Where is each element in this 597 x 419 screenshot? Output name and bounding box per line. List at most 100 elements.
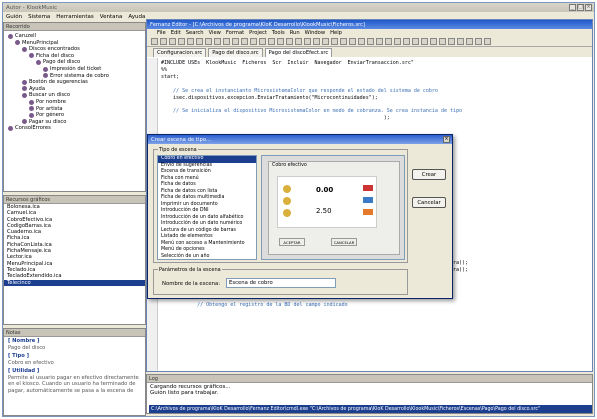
toolbar-icon[interactable] (313, 38, 320, 45)
editor-menu-item[interactable]: Tools (272, 30, 285, 36)
scene-icon (43, 73, 48, 79)
maximize-button[interactable]: □ (577, 4, 584, 11)
toolbar-icon[interactable] (259, 38, 266, 45)
toolbar-icon[interactable] (331, 38, 338, 45)
scene-preview: Cobro efectivo 0.00 2.50 ACEPTAR CANCELA… (261, 155, 405, 260)
toolbar-icon[interactable] (457, 38, 464, 45)
tree-item[interactable]: Impresión del ticket (43, 66, 101, 72)
tree-item-label: ConsolErrores (15, 125, 51, 132)
toolbar-icon[interactable] (304, 38, 311, 45)
notes-name-heading: [ Nombre ] (8, 338, 40, 344)
scene-name-field[interactable] (226, 278, 336, 288)
toolbar-icon[interactable] (358, 38, 365, 45)
scene-type-list[interactable]: Cobro en efectivo Envío de sugerencias Esc… (157, 155, 257, 260)
toolbar-icon[interactable] (484, 38, 491, 45)
close-button[interactable]: × (585, 4, 592, 11)
toolbar-icon[interactable] (430, 38, 437, 45)
toolbar-icon[interactable] (448, 38, 455, 45)
tree-item[interactable]: ConsolErrores (8, 125, 51, 131)
toolbar-icon[interactable] (169, 38, 176, 45)
scene-type-item[interactable]: Selección de un año (158, 254, 256, 260)
editor-menu-item[interactable]: Help (330, 30, 342, 36)
toolbar-icon[interactable] (394, 38, 401, 45)
scene-icon (29, 112, 34, 118)
editor-menu-item[interactable]: Edit (171, 30, 181, 36)
menu-item-1[interactable]: Sistema (28, 14, 50, 20)
toolbar-icon[interactable] (214, 38, 221, 45)
tree-item[interactable]: Buscar un disco (22, 92, 70, 98)
tree-item[interactable]: MenuPrincipal (15, 40, 58, 46)
toolbar-icon[interactable] (475, 38, 482, 45)
toolbar-icon[interactable] (322, 38, 329, 45)
tree-item[interactable]: Por nombre (29, 99, 66, 105)
toolbar-icon[interactable] (160, 38, 167, 45)
tree-item[interactable]: Pago del disco (36, 59, 80, 65)
menu-item-2[interactable]: Herramientas (56, 14, 93, 20)
editor-menu-item[interactable]: Search (186, 30, 204, 36)
toolbar-icon[interactable] (223, 38, 230, 45)
notes-type-value: Cobro en efectivo (8, 359, 54, 366)
editor-menu-item[interactable]: Format (226, 30, 244, 36)
tree-item[interactable]: Discos encontrados (22, 46, 80, 52)
toolbar-icon[interactable] (367, 38, 374, 45)
toolbar-icon[interactable] (466, 38, 473, 45)
resource-item[interactable]: Telecinco (4, 279, 145, 286)
coin-icon (283, 185, 291, 193)
tree-item[interactable]: Ficha del disco (29, 53, 74, 59)
tree-item[interactable]: Por artista (29, 106, 63, 112)
create-button[interactable]: Crear (412, 169, 446, 180)
editor-menu-item[interactable]: File (157, 30, 166, 36)
scene-icon (43, 66, 48, 72)
toolbar-icon[interactable] (295, 38, 302, 45)
toolbar-icon[interactable] (241, 38, 248, 45)
tree-item-label: Pago del disco (43, 59, 81, 66)
tree-item[interactable]: Caruzell (8, 33, 36, 39)
scene-icon (29, 99, 34, 105)
toolbar-icon[interactable] (232, 38, 239, 45)
scene-type-item[interactable]: Introducción de un dato numérico (158, 221, 256, 228)
tree-item-label: Buscar un disco (29, 92, 71, 99)
toolbar-icon[interactable] (178, 38, 185, 45)
output-log: Cargando recursos gráficos... Guión list… (147, 383, 592, 397)
toolbar-icon[interactable] (250, 38, 257, 45)
toolbar-icon[interactable] (421, 38, 428, 45)
toolbar-icon[interactable] (385, 38, 392, 45)
toolbar-icon[interactable] (349, 38, 356, 45)
editor-menu-item[interactable]: Run (290, 30, 300, 36)
menu-item-0[interactable]: Guión (6, 14, 22, 20)
toolbar-icon[interactable] (403, 38, 410, 45)
tree-item[interactable]: Ayuda (22, 86, 45, 92)
toolbar-icon[interactable] (439, 38, 446, 45)
editor-menu-item[interactable]: View (209, 30, 221, 36)
toolbar-icon[interactable] (286, 38, 293, 45)
tree-item[interactable]: Error sistema de cobro (43, 73, 109, 79)
dialog-close-icon[interactable]: × (443, 136, 450, 143)
toolbar-icon[interactable] (277, 38, 284, 45)
menu-item-3[interactable]: Ventana (100, 14, 123, 20)
editor-menu-item[interactable]: Project (249, 30, 267, 36)
toolbar-icon[interactable] (340, 38, 347, 45)
toolbar-icon[interactable] (205, 38, 212, 45)
tree-item[interactable]: Bostón de sugerencias (22, 79, 88, 85)
toolbar-icon[interactable] (196, 38, 203, 45)
toolbar-icon[interactable] (412, 38, 419, 45)
editor-tab[interactable]: Pago del discoEfect.src (264, 48, 333, 57)
toolbar-icon[interactable] (268, 38, 275, 45)
scene-icon (22, 92, 27, 98)
scene-icon (29, 53, 34, 59)
resources-list: Bolonesa.ica Carnuel.ica CobroEfectivo.ica… (4, 204, 145, 286)
editor-tab[interactable]: Configuracion.src (153, 48, 207, 57)
toolbar-icon[interactable] (187, 38, 194, 45)
editor-toolbar (147, 37, 592, 47)
tree-item[interactable]: Por género (29, 112, 64, 118)
minimize-button[interactable]: _ (569, 4, 576, 11)
cancel-button[interactable]: Cancelar (412, 197, 446, 208)
editor-tab[interactable]: Pago del disco.src (208, 48, 263, 57)
toolbar-icon[interactable] (151, 38, 158, 45)
editor-menu-item[interactable]: Window (305, 30, 325, 36)
create-scene-dialog: Crear escena de tipo... × Tipo de escena… (147, 134, 453, 299)
app-title: Autor - KlookMusic (6, 4, 58, 11)
tree-item[interactable]: Pagar su disco (22, 119, 66, 125)
toolbar-icon[interactable] (376, 38, 383, 45)
menu-item-4[interactable]: Ayuda (128, 14, 145, 20)
